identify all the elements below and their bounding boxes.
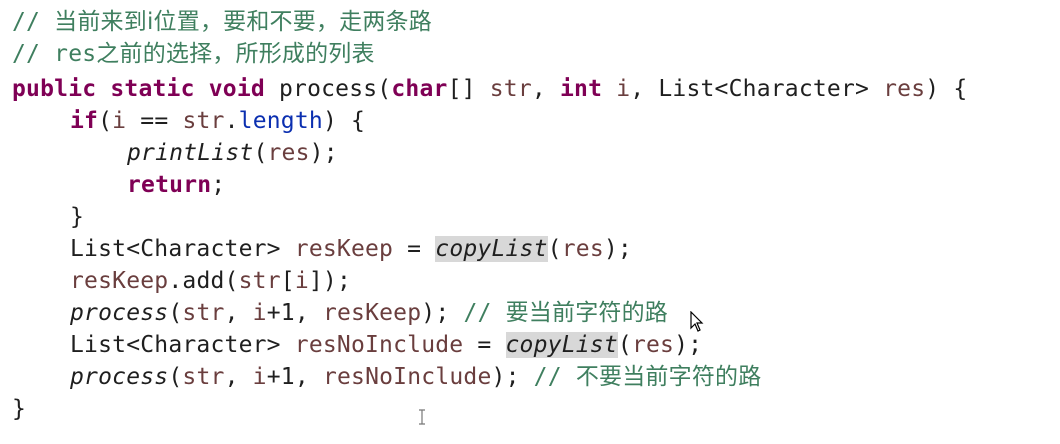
code-token: ( [253,140,268,166]
code-token: [] [447,76,490,102]
code-line[interactable]: process(str, i+1, resKeep); // 要当前字符的路 [70,297,668,329]
code-line[interactable]: process(str, i+1, resNoInclude); // 不要当前… [70,361,761,393]
code-token: , List<Character> [630,76,884,102]
code-token: str [182,364,225,390]
code-token: 当前来到i位置，要和不要，走两条路 [54,9,432,35]
code-token: ( [168,364,183,390]
code-token: } [12,396,27,422]
code-token: resKeep [294,236,394,262]
code-token: ); [421,300,464,326]
code-token: 之前的选择，所形成的列表 [96,41,375,67]
code-line[interactable]: } [70,201,84,233]
code-token: i [252,300,267,326]
code-token: } [70,204,85,230]
code-token: str [182,300,225,326]
ibeam-cursor-icon [419,409,425,425]
code-token: [ [280,268,295,294]
code-line[interactable]: } [12,393,26,425]
code-token: str [489,76,532,102]
code-token: copyList [505,332,618,358]
code-line[interactable]: List<Character> resNoInclude = copyList(… [70,329,702,361]
code-token: resKeep [70,268,169,294]
code-token: // [533,364,576,390]
code-token: int [559,76,603,102]
code-token: resNoInclude [322,364,492,390]
code-token: , [224,364,253,390]
code-line[interactable]: // 当前来到i位置，要和不要，走两条路 [12,6,432,38]
code-line[interactable]: // res之前的选择，所形成的列表 [12,38,375,70]
code-token: str [182,108,225,134]
arrow-cursor-icon [690,311,704,332]
code-token: // [12,9,55,35]
code-token: res [561,236,604,262]
code-token: ); [309,140,338,166]
code-token: // [463,300,506,326]
code-token: ; [211,172,226,198]
code-token: public [12,76,97,102]
code-token: ( [98,108,113,134]
code-token: ( [547,236,562,262]
code-token: static [110,76,195,102]
code-token: ); [603,236,632,262]
code-token: , [224,300,253,326]
code-token: ( [617,332,632,358]
code-token: ( [168,300,183,326]
code-token: i [294,268,309,294]
code-token: res [883,76,926,102]
code-line[interactable]: printList(res); [127,137,338,169]
code-token: void [208,76,265,102]
code-token: str [238,268,281,294]
code-line[interactable]: resKeep.add(str[i]); [70,265,351,297]
code-token: ); [491,364,534,390]
code-token: printList [127,140,254,166]
code-token: , [531,76,560,102]
code-token: = [393,236,436,262]
code-token: ]); [308,268,352,294]
code-token: // res [12,41,97,67]
code-token: length [238,108,323,134]
code-token: resKeep [322,300,422,326]
code-line[interactable]: List<Character> resKeep = copyList(res); [70,233,632,265]
code-token: resNoInclude [294,332,464,358]
code-token: .add( [168,268,239,294]
code-token: process( [264,76,392,102]
code-token: List<Character> [70,236,295,262]
code-line[interactable]: return; [127,169,225,201]
code-editor[interactable]: // 当前来到i位置，要和不要，走两条路 // res之前的选择，所形成的列表 … [0,0,1060,444]
code-token: . [224,108,239,134]
code-token: res [631,332,675,358]
code-token: List<Character> [70,332,295,358]
code-token: i [616,76,631,102]
code-line[interactable]: public static void process(char[] str, i… [12,73,967,105]
code-token: ) { [322,108,366,134]
code-token: char [391,76,448,102]
code-token: = [463,332,506,358]
code-token: process [70,300,169,326]
code-token: process [70,364,169,390]
code-token: i [112,108,127,134]
code-line[interactable]: if(i == str.length) { [70,105,365,137]
code-token: if [70,108,99,134]
code-token: ) { [925,76,968,102]
code-token: res [267,140,310,166]
code-token: == [126,108,183,134]
code-token: return [127,172,212,198]
code-token: +1, [266,300,323,326]
code-token: +1, [266,364,323,390]
code-token: i [252,364,267,390]
code-token: 不要当前字符的路 [575,364,762,390]
code-token: ); [674,332,703,358]
code-token: 要当前字符的路 [505,300,668,326]
code-token: copyList [435,236,548,262]
